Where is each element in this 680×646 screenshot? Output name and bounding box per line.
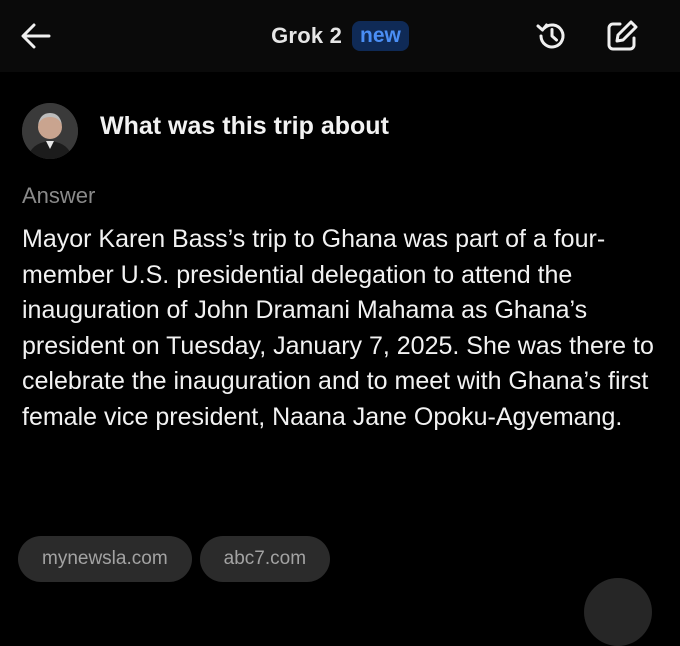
answer-text: Mayor Karen Bass’s trip to Ghana was par… [22,225,654,431]
page-title: Grok 2 [271,23,343,48]
user-question: What was this trip about [100,112,389,140]
source-chip-mynewsla[interactable]: mynewsla.com [18,536,192,582]
new-chat-button[interactable] [602,16,642,56]
history-icon [536,23,565,49]
new-badge: new [352,20,409,52]
edit-icon [607,20,638,51]
source-chip-abc7[interactable]: abc7.com [199,536,331,582]
header-title-group: Grok 2 new [0,16,680,56]
answer-label: Answer [22,183,96,208]
history-button[interactable] [532,16,572,56]
top-bar: Grok 2 new [0,0,680,72]
source-chips: mynewsla.com abc7.com [18,536,331,582]
scroll-down-button[interactable] [584,578,652,646]
user-avatar-image [22,103,78,159]
avatar [22,103,78,159]
